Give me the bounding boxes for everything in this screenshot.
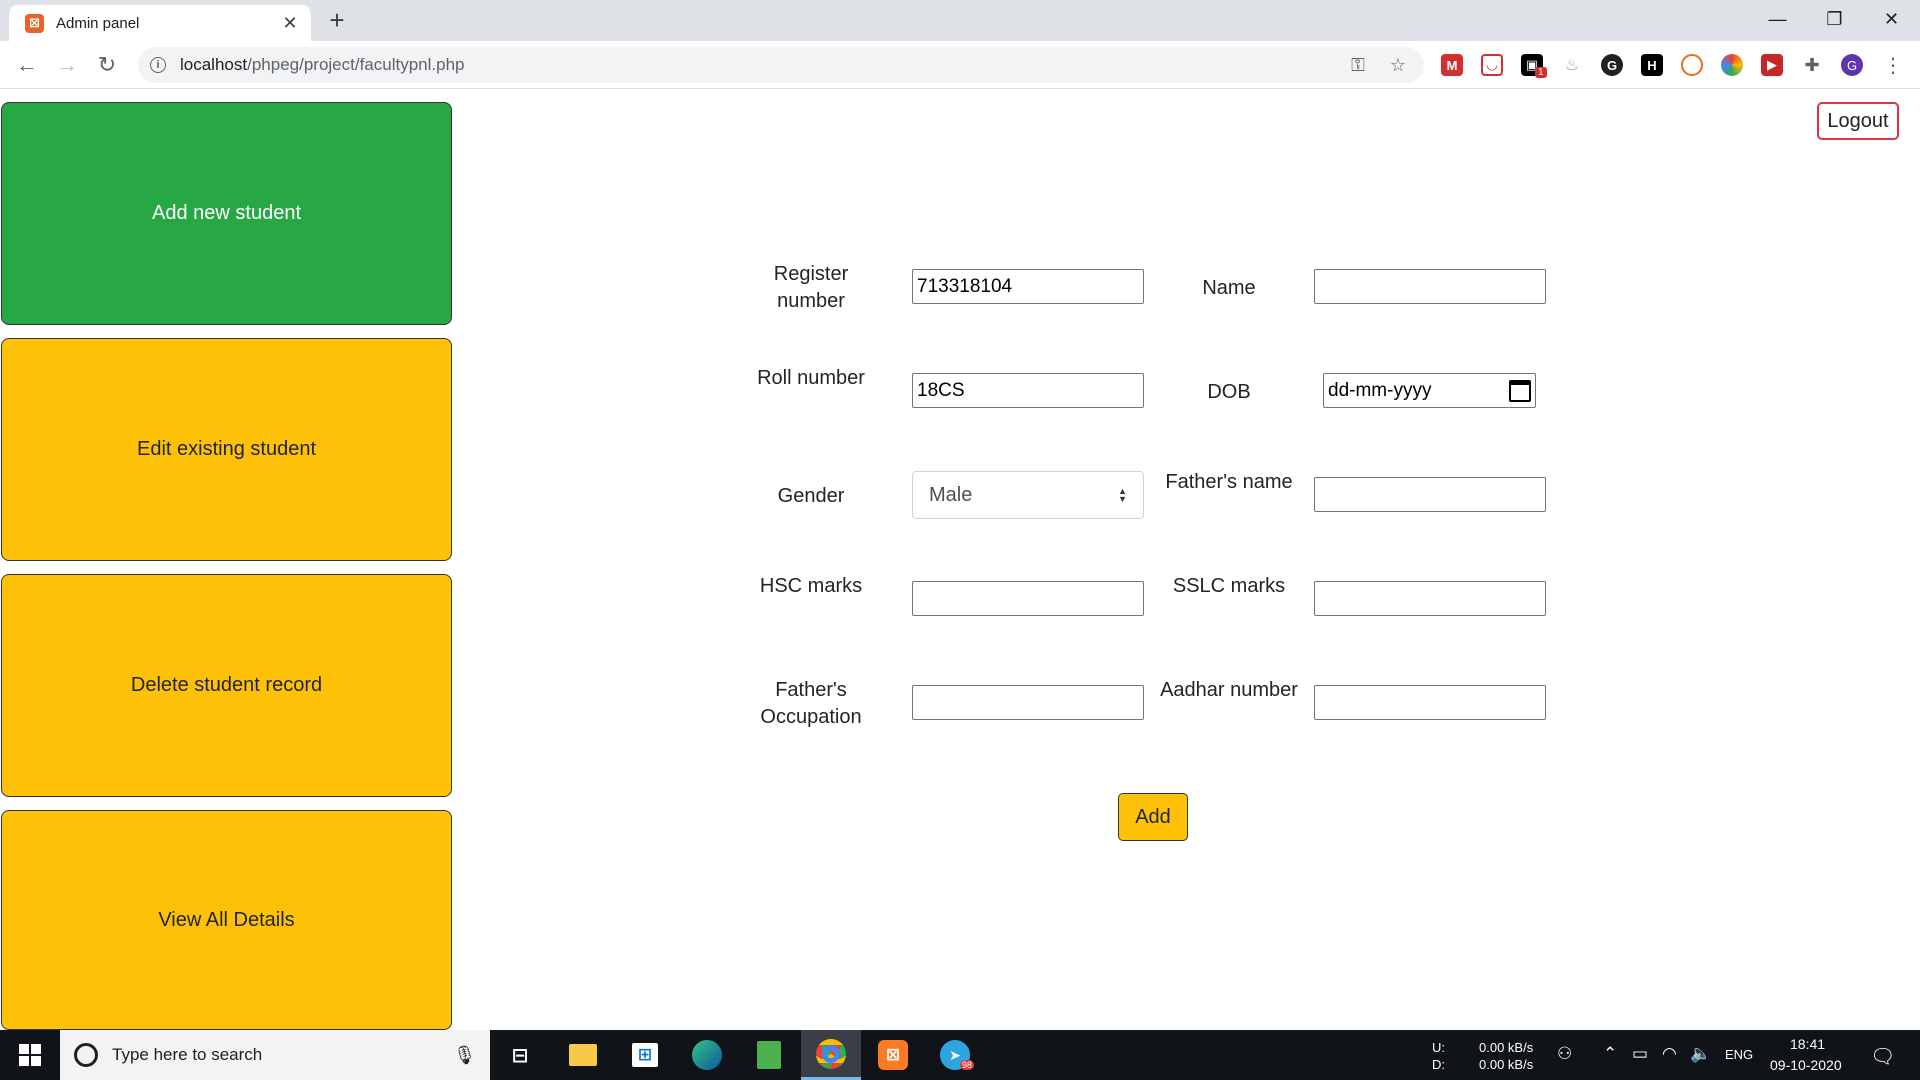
telegram-icon[interactable]: ➤ 98 [925,1030,985,1080]
browser-toolbar: ← → ↻ i localhost/phpeg/project/facultyp… [0,41,1920,89]
chrome-icon[interactable] [801,1030,861,1080]
reload-icon[interactable]: ↻ [91,49,123,81]
cortana-icon [74,1043,98,1067]
net-down-value: 0.00 kB/s [1479,1057,1534,1072]
browser-tab[interactable]: ⊠ Admin panel ✕ [9,5,311,41]
net-down-label: D: [1432,1057,1445,1072]
taskbar-search-input[interactable]: Type here to search 🎙 [60,1030,490,1080]
page: Add new student Edit existing student De… [0,90,1920,1030]
gender-label: Gender [777,485,845,507]
people-icon[interactable]: ⚇ [1557,1044,1572,1064]
xampp-icon: ⊠ [25,13,44,33]
editor-app-icon[interactable] [739,1030,799,1080]
xampp-icon[interactable]: ⊠ [863,1030,923,1080]
gender-select[interactable]: Male ▲ ▼ [912,471,1144,519]
pocket-extension-icon[interactable]: ◡ [1481,54,1503,76]
notifications-icon[interactable]: 🗨 [1870,1044,1895,1069]
select-arrows-icon: ▲ ▼ [1118,486,1127,504]
site-info-icon[interactable]: i [150,57,166,73]
register-number-input[interactable]: 713318104 [912,269,1144,304]
dob-label: DOB [1207,381,1251,403]
name-input[interactable] [1314,269,1546,304]
sidebar-item-label: Add new student [152,202,301,224]
microphone-icon[interactable]: 🎙 [453,1045,476,1066]
aadhar-number-input[interactable] [1314,685,1546,720]
roll-number-label: Roll number [757,367,865,389]
browser-tab-strip: ⊠ Admin panel ✕ + — ❐ ✕ [0,0,1920,41]
sslc-marks-label: SSLC marks [1172,575,1286,597]
gender-selected-value: Male [929,483,973,506]
net-up-value: 0.00 kB/s [1479,1040,1534,1055]
start-button[interactable] [0,1030,60,1080]
grammar-extension-icon[interactable]: G [1601,54,1623,76]
sidebar-item-edit-student[interactable]: Edit existing student [1,338,452,561]
file-explorer-icon[interactable] [553,1030,613,1080]
fathers-name-input[interactable] [1314,477,1546,512]
wifi-icon[interactable]: ◠ [1662,1044,1677,1064]
sidebar-item-label: Delete student record [130,674,323,696]
clock-date[interactable]: 09-10-2020 [1770,1057,1842,1073]
aadhar-number-label: Aadhar number [1160,679,1298,701]
key-icon[interactable]: ⚿ [1346,54,1370,76]
fathers-name-label: Father's name [1165,471,1293,493]
show-hidden-icons-chevron-icon[interactable]: ⌃ [1603,1044,1617,1064]
sslc-marks-input[interactable] [1314,581,1546,616]
battery-icon[interactable]: ▭ [1632,1044,1648,1064]
search-placeholder: Type here to search [112,1045,263,1064]
store-icon[interactable]: ⊞ [615,1030,675,1080]
restore-icon[interactable]: ❐ [1806,0,1863,38]
register-number-label: Register number [773,263,849,312]
language-indicator[interactable]: ENG [1725,1047,1753,1062]
chrome-menu-icon[interactable]: ⋮ [1877,49,1909,81]
h-extension-icon[interactable]: H [1641,54,1663,76]
dob-date-input[interactable]: dd-mm-yyyy [1323,373,1536,408]
windows-taskbar: Type here to search 🎙 ⊟ ⊞ ⊠ ➤ 98 U: D: 0… [0,1030,1920,1080]
color-picker-extension-icon[interactable] [1721,54,1743,76]
close-window-icon[interactable]: ✕ [1863,0,1920,38]
task-view-icon[interactable]: ⊟ [490,1030,550,1080]
fathers-occupation-input[interactable] [912,685,1144,720]
extensions-puzzle-icon[interactable]: ✚ [1801,54,1823,76]
calendar-icon[interactable] [1509,379,1531,402]
telegram-badge: 98 [960,1060,975,1070]
sidebar-item-view-all[interactable]: View All Details [1,810,452,1030]
add-button[interactable]: Add [1118,793,1188,841]
hsc-marks-input[interactable] [912,581,1144,616]
edge-icon[interactable] [677,1030,737,1080]
logout-button[interactable]: Logout [1817,102,1899,140]
windows-logo-icon [19,1044,41,1066]
video-extension-icon[interactable]: ▶ [1761,54,1783,76]
roll-number-input[interactable]: 18CS [912,373,1144,408]
address-bar[interactable]: i localhost/phpeg/project/facultypnl.php… [138,47,1424,83]
sidebar-item-label: Edit existing student [137,438,316,460]
clock-time[interactable]: 18:41 [1790,1036,1825,1052]
name-label: Name [1202,277,1256,299]
sidebar-item-add-student[interactable]: Add new student [1,102,452,325]
tab-title: Admin panel [56,14,140,32]
bookmark-star-icon[interactable]: ☆ [1386,54,1410,76]
back-icon[interactable]: ← [11,49,43,81]
hsc-marks-label: HSC marks [759,575,863,597]
extension-badge-count: 1 [1535,67,1547,78]
java-extension-icon[interactable]: ♨ [1561,54,1583,76]
volume-icon[interactable]: 🔈 [1690,1044,1711,1064]
sidebar-item-delete-student[interactable]: Delete student record [1,574,452,797]
close-tab-icon[interactable]: ✕ [279,12,301,34]
mcafee-extension-icon[interactable]: M [1441,54,1463,76]
dob-placeholder: dd-mm-yyyy [1328,379,1432,401]
minimize-icon[interactable]: — [1749,0,1806,38]
honey-extension-icon[interactable] [1681,54,1703,76]
fathers-occupation-label: Father's Occupation [760,679,862,728]
net-up-label: U: [1432,1040,1445,1055]
forward-icon[interactable]: → [51,49,83,81]
profile-avatar[interactable]: G [1841,54,1863,76]
new-tab-icon[interactable]: + [323,5,351,35]
sidebar-item-label: View All Details [158,908,295,931]
url-text: localhost/phpeg/project/facultypnl.php [180,55,465,74]
